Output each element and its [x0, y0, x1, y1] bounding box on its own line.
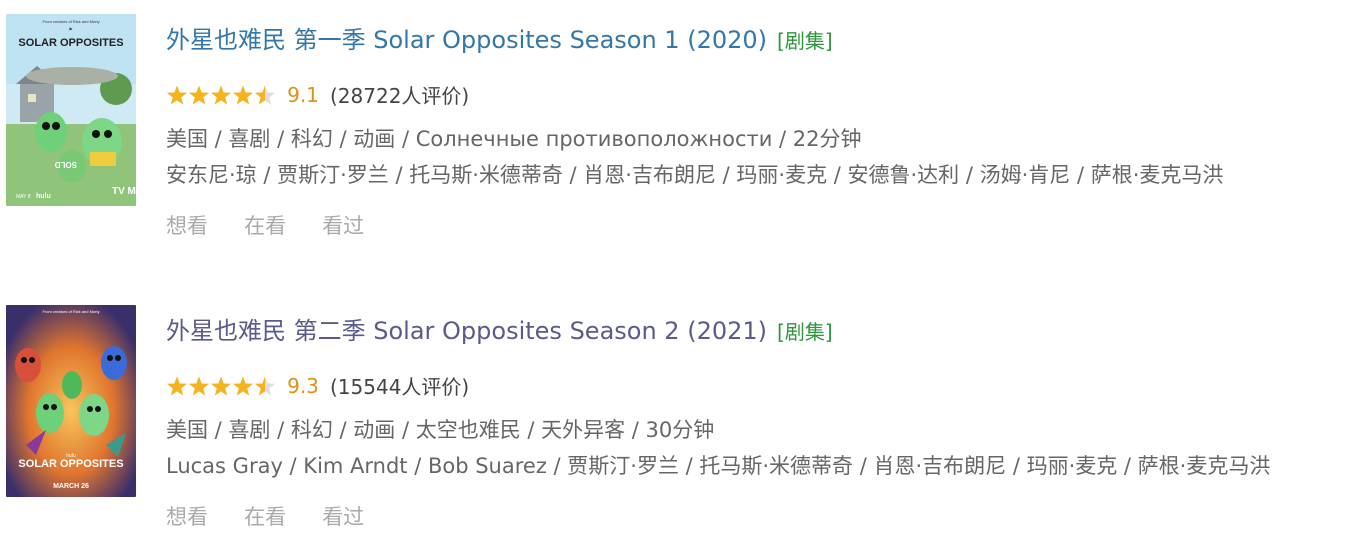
cast-list: 安东尼·琼 / 贾斯汀·罗兰 / 托马斯·米德蒂奇 / 肖恩·吉布朗尼 / 玛丽… — [166, 163, 1224, 187]
rating-count: (28722人评价) — [330, 84, 470, 108]
poster-image[interactable]: From creators of Rick and Morty ▶ SOLAR … — [6, 14, 136, 206]
watched-button[interactable]: 看过 — [322, 501, 364, 531]
star-icon — [210, 84, 232, 105]
svg-text:SOLD: SOLD — [55, 160, 77, 169]
poster-title: SOLAR OPPOSITES — [18, 458, 123, 470]
star-icon — [166, 375, 188, 396]
category-tag[interactable]: [剧集] — [777, 29, 833, 53]
rating-row: 9.3 (15544人评价) — [166, 371, 469, 399]
star-icon — [188, 375, 210, 396]
title-link[interactable]: 外星也难民 第二季 Solar Opposites Season 2 (2021… — [166, 317, 767, 345]
rating-badge: TV MA — [112, 186, 136, 197]
watching-button[interactable]: 在看 — [244, 501, 286, 531]
poster-title: SOLAR OPPOSITES — [18, 37, 123, 49]
watching-button[interactable]: 在看 — [244, 210, 286, 240]
title-row: 外星也难民 第二季 Solar Opposites Season 2 (2021… — [166, 311, 1346, 349]
result-item: From creators of Rick and Morty hulu SOL… — [0, 291, 1354, 541]
category-tag[interactable]: [剧集] — [777, 320, 833, 344]
star-icon — [232, 375, 254, 396]
star-rating — [166, 375, 276, 397]
star-icon — [188, 84, 210, 105]
rating-score: 9.1 — [287, 82, 319, 107]
poster-image[interactable]: From creators of Rick and Morty hulu SOL… — [6, 305, 136, 497]
poster-top-text: From creators of Rick and Morty — [42, 309, 99, 314]
rating-row: 9.1 (28722人评价) — [166, 80, 469, 108]
cast-list: Lucas Gray / Kim Arndt / Bob Suarez / 贾斯… — [166, 454, 1271, 478]
star-icon — [232, 84, 254, 105]
meta-info: 美国 / 喜剧 / 科幻 / 动画 / Солнечные противопол… — [166, 127, 862, 151]
action-buttons: 想看 在看 看过 — [166, 501, 395, 531]
poster-top-text: From creators of Rick and Morty — [42, 19, 99, 24]
want-to-watch-button[interactable]: 想看 — [166, 501, 208, 531]
poster-network: hulu — [36, 193, 51, 200]
watched-button[interactable]: 看过 — [322, 210, 364, 240]
result-item: From creators of Rick and Morty ▶ SOLAR … — [0, 0, 1354, 250]
title-link[interactable]: 外星也难民 第一季 Solar Opposites Season 1 (2020… — [166, 26, 767, 54]
rating-count: (15544人评价) — [330, 375, 470, 399]
star-icon — [166, 84, 188, 105]
star-rating — [166, 84, 276, 106]
poster-date: MAY 8 — [16, 194, 31, 200]
action-buttons: 想看 在看 看过 — [166, 210, 395, 240]
title-row: 外星也难民 第一季 Solar Opposites Season 1 (2020… — [166, 20, 1346, 58]
want-to-watch-button[interactable]: 想看 — [166, 210, 208, 240]
star-icon — [210, 375, 232, 396]
meta-info: 美国 / 喜剧 / 科幻 / 动画 / 太空也难民 / 天外异客 / 30分钟 — [166, 418, 715, 442]
poster-date: MARCH 26 — [53, 483, 89, 490]
rating-score: 9.3 — [287, 373, 319, 398]
